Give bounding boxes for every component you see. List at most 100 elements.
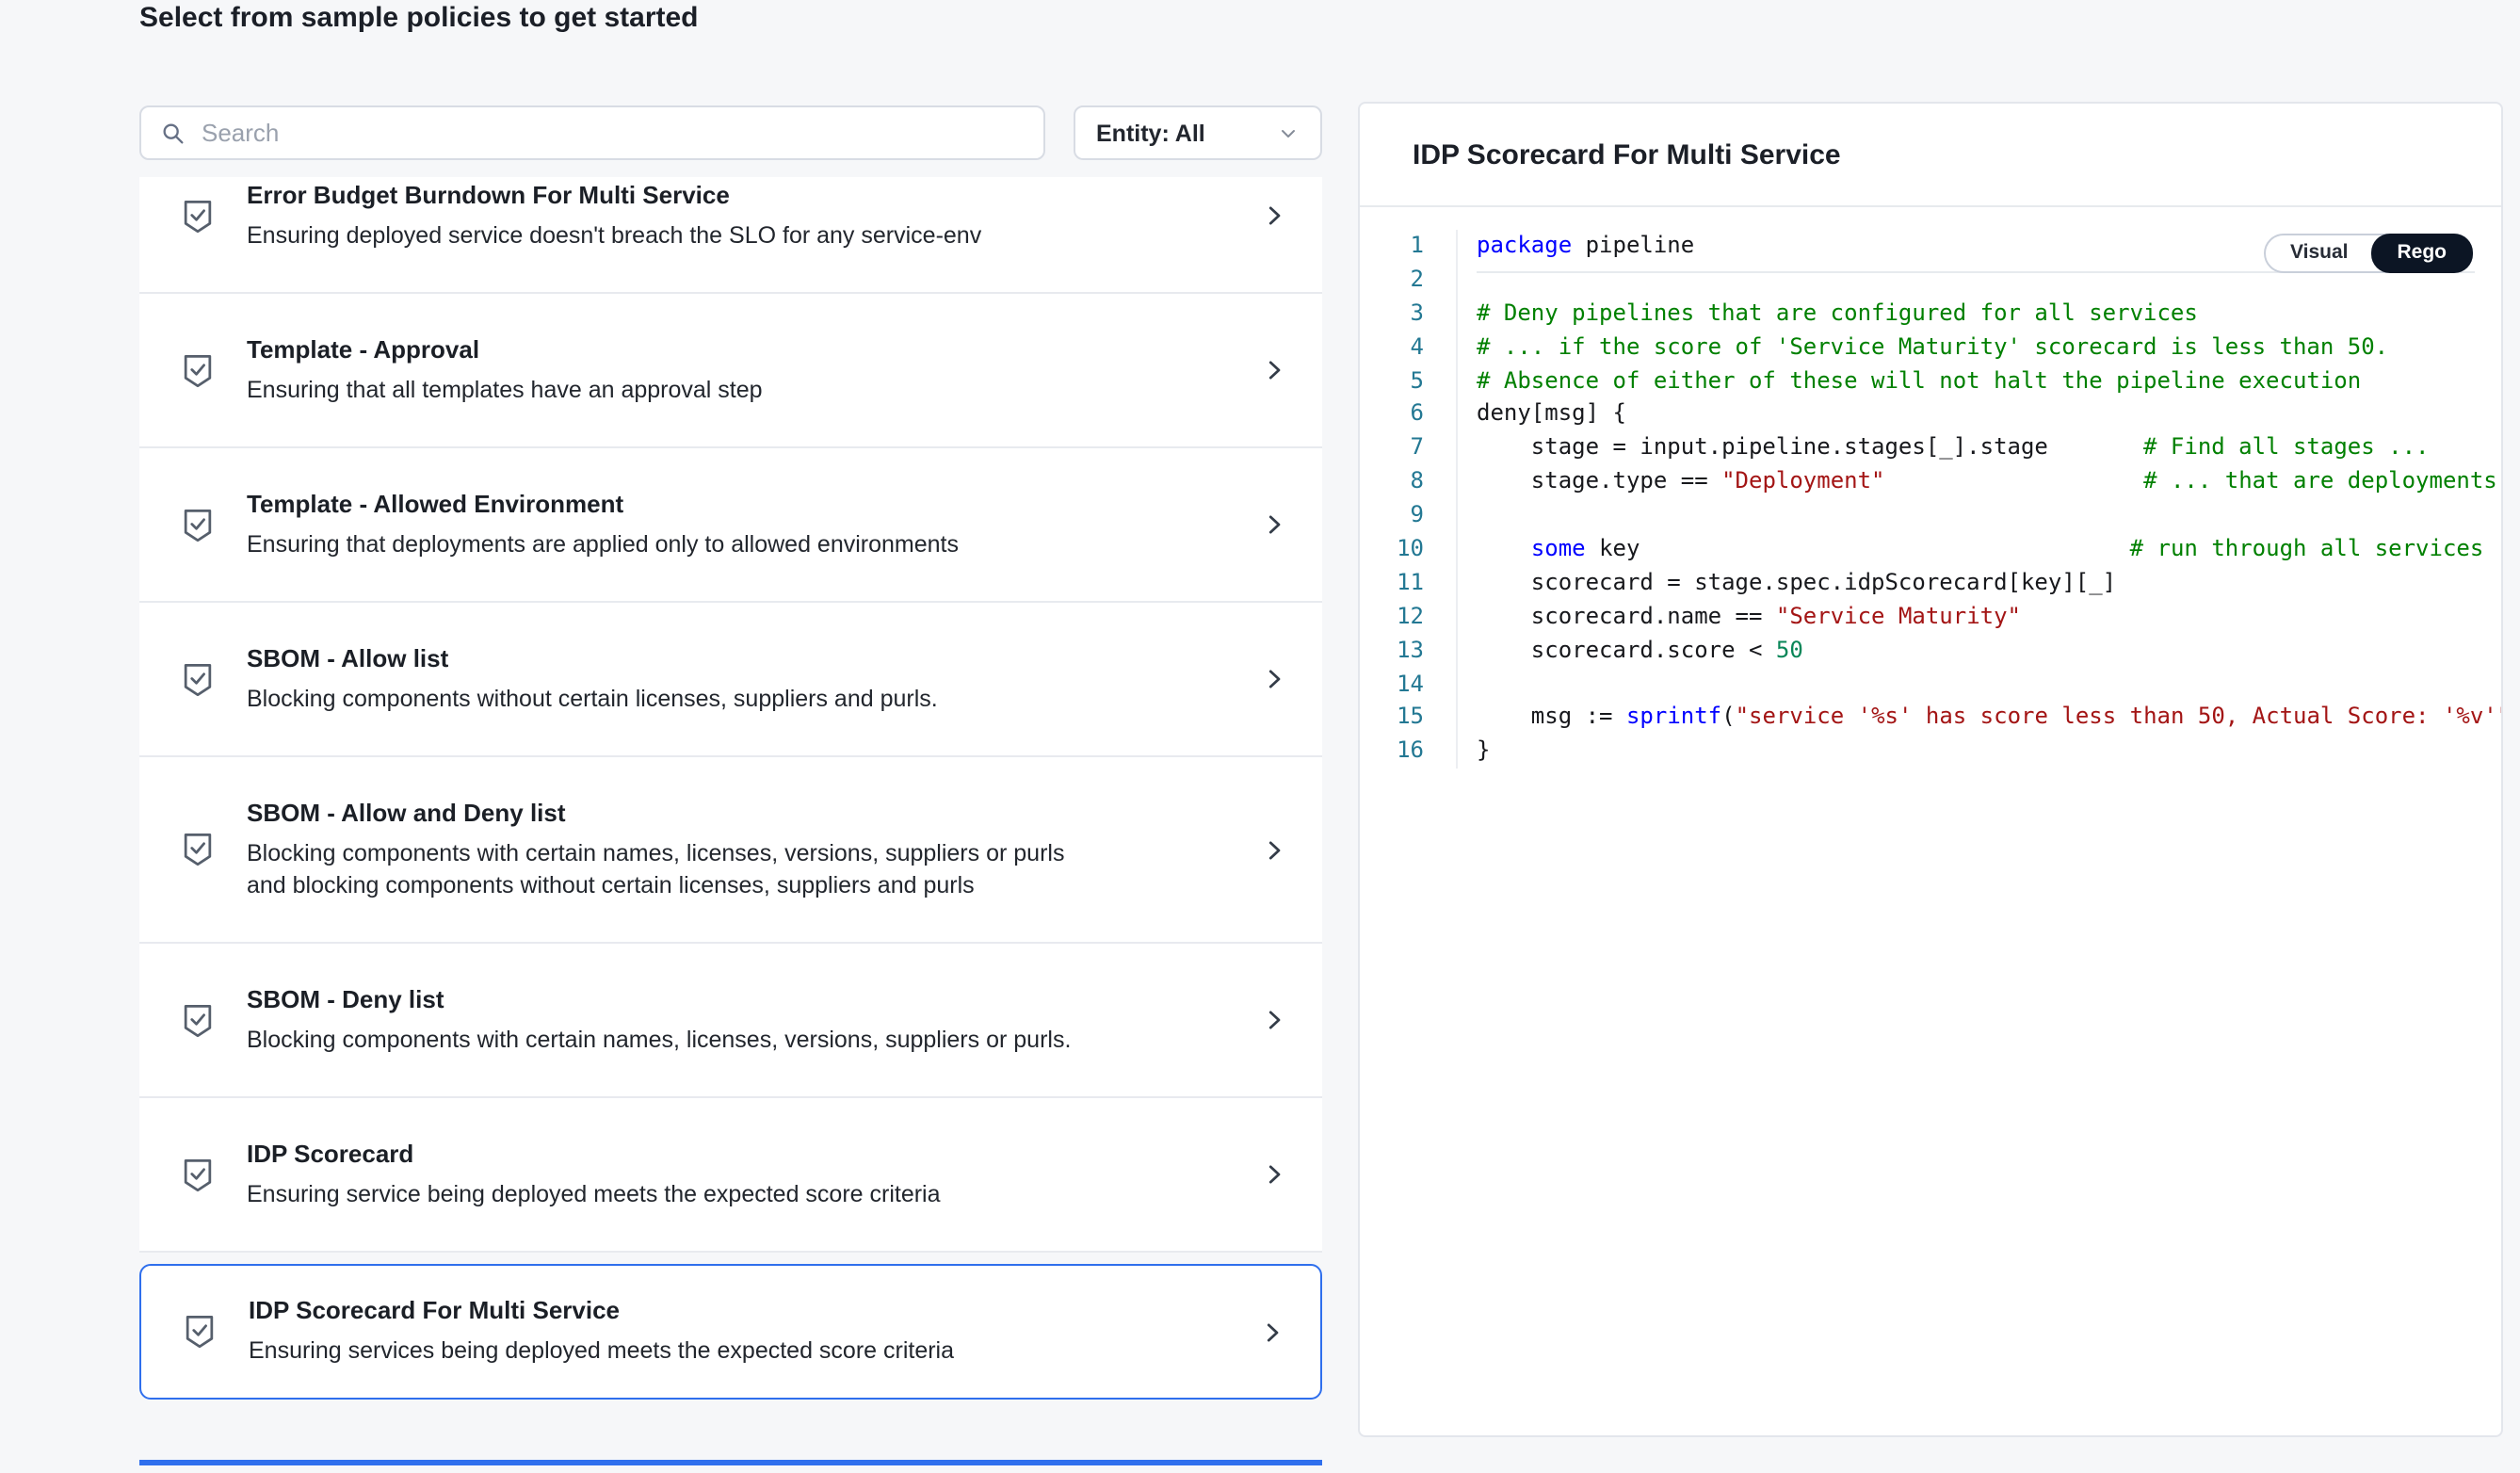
policy-rows: Error Budget Burndown For Multi Service … [139,177,1322,1253]
policy-text: SBOM - Allow list Blocking components wi… [247,643,1237,715]
policy-title: IDP Scorecard For Multi Service [249,1296,1236,1326]
page-title: Select from sample policies to get start… [139,2,699,34]
code-line: some key # run through all services [1477,533,2501,567]
line-number: 11 [1360,567,1424,601]
policy-description: Ensuring that deployments are applied on… [247,528,1094,560]
policy-shield-icon [179,1311,220,1352]
policy-title: SBOM - Allow and Deny list [247,798,1237,828]
policy-list-item[interactable]: IDP Scorecard Ensuring service being dep… [139,1098,1322,1253]
chevron-right-icon [1260,356,1288,384]
policy-preview-panel: IDP Scorecard For Multi Service 12345678… [1358,102,2503,1437]
code-line: scorecard.name == "Service Maturity" [1477,601,2501,635]
policy-text: Template - Allowed Environment Ensuring … [247,489,1237,560]
policy-text: SBOM - Deny list Blocking components wit… [247,984,1237,1056]
search-input[interactable] [202,119,1025,147]
preview-header: IDP Scorecard For Multi Service [1360,104,2501,207]
policy-text: IDP Scorecard Ensuring service being dep… [247,1139,1237,1210]
line-number: 3 [1360,298,1424,332]
policy-shield-icon [177,504,218,545]
policy-shield-icon [177,349,218,391]
policy-shield-icon [177,195,218,236]
policy-title: SBOM - Deny list [247,984,1237,1014]
policy-list-item[interactable]: SBOM - Allow list Blocking components wi… [139,603,1322,757]
policy-title: Template - Approval [247,334,1237,364]
policy-list-item[interactable]: IDP Scorecard For Multi Service Ensuring… [139,1264,1322,1400]
line-number: 9 [1360,499,1424,533]
code-line: scorecard.score < 50 [1477,634,2501,668]
policy-text: IDP Scorecard For Multi Service Ensuring… [249,1296,1236,1368]
code-line-numbers: 12345678910111213141516 [1360,230,1458,769]
policy-list-item[interactable]: Template - Allowed Environment Ensuring … [139,448,1322,603]
code-line: scorecard = stage.spec.idpScorecard[key]… [1477,567,2501,601]
line-number: 15 [1360,702,1424,736]
line-number: 8 [1360,465,1424,499]
policy-library-page: Select from sample policies to get start… [0,0,2520,1473]
chevron-right-icon [1260,665,1288,693]
policy-text: Template - Approval Ensuring that all te… [247,334,1237,406]
line-number: 6 [1360,398,1424,432]
line-number: 7 [1360,432,1424,466]
policy-list-item[interactable]: Error Budget Burndown For Multi Service … [139,177,1322,294]
line-number: 1 [1360,230,1424,264]
code-line [1477,668,2501,702]
code-line: } [1477,736,2501,769]
chevron-down-icon [1277,121,1300,144]
line-number: 12 [1360,601,1424,635]
policy-description: Ensuring service being deployed meets th… [247,1178,1094,1210]
policy-title: IDP Scorecard [247,1139,1237,1169]
chevron-right-icon [1260,1006,1288,1034]
code-line: msg := sprintf("service '%s' has score l… [1477,702,2501,736]
chevron-right-icon [1260,510,1288,539]
line-number: 10 [1360,533,1424,567]
line-number: 14 [1360,668,1424,702]
policy-title: Error Budget Burndown For Multi Service [247,180,1237,210]
chevron-right-icon [1260,202,1288,230]
policy-text: Error Budget Burndown For Multi Service … [247,180,1237,251]
view-mode-toggle[interactable]: Visual Rego [2264,234,2473,273]
bottom-accent-bar [139,1460,1322,1465]
search-box[interactable] [139,105,1045,160]
policy-description: Blocking components without certain lice… [247,683,1094,715]
policy-shield-icon [177,658,218,700]
code-line: # Deny pipelines that are configured for… [1477,298,2501,332]
policy-list-item[interactable]: SBOM - Deny list Blocking components wit… [139,944,1322,1098]
code-line: stage.type == "Deployment" # ... that ar… [1477,465,2501,499]
policy-list-item[interactable]: Template - Approval Ensuring that all te… [139,294,1322,448]
code-line: deny[msg] { [1477,398,2501,432]
policy-list-item[interactable]: SBOM - Allow and Deny list Blocking comp… [139,757,1322,944]
line-number: 4 [1360,331,1424,364]
chevron-right-icon [1260,835,1288,864]
code-content: package pipeline# Deny pipelines that ar… [1458,230,2501,769]
policy-list: Error Budget Burndown For Multi Service … [139,177,1322,1437]
policy-shield-icon [177,999,218,1041]
policy-shield-icon [177,1154,218,1195]
line-number: 5 [1360,364,1424,398]
policy-text: SBOM - Allow and Deny list Blocking comp… [247,798,1237,901]
code-line [1477,499,2501,533]
policy-title: Template - Allowed Environment [247,489,1237,519]
policy-shield-icon [177,829,218,870]
code-line: # Absence of either of these will not ha… [1477,364,2501,398]
entity-filter-label: Entity: All [1096,120,1205,146]
code-line: stage = input.pipeline.stages[_].stage #… [1477,432,2501,466]
code-line: # ... if the score of 'Service Maturity'… [1477,331,2501,364]
policy-list-scroll[interactable]: Error Budget Burndown For Multi Service … [139,177,1322,1400]
preview-title: IDP Scorecard For Multi Service [1413,138,1841,170]
chevron-right-icon [1258,1318,1286,1346]
entity-filter-dropdown[interactable]: Entity: All [1074,105,1322,160]
policy-description: Ensuring services being deployed meets t… [249,1335,1096,1368]
line-number: 13 [1360,634,1424,668]
toggle-visual-button[interactable]: Visual [2266,235,2373,271]
policy-description: Blocking components with certain names, … [247,837,1094,901]
policy-description: Blocking components with certain names, … [247,1024,1094,1056]
chevron-right-icon [1260,1160,1288,1189]
policy-description: Ensuring deployed service doesn't breach… [247,219,1094,251]
code-editor[interactable]: 12345678910111213141516 package pipeline… [1360,207,2501,769]
policy-description: Ensuring that all templates have an appr… [247,374,1094,406]
policy-title: SBOM - Allow list [247,643,1237,673]
toggle-rego-button[interactable]: Rego [2371,234,2474,273]
policy-selected-wrap: IDP Scorecard For Multi Service Ensuring… [139,1264,1322,1400]
line-number: 2 [1360,264,1424,298]
line-number: 16 [1360,736,1424,769]
search-icon [160,120,186,146]
